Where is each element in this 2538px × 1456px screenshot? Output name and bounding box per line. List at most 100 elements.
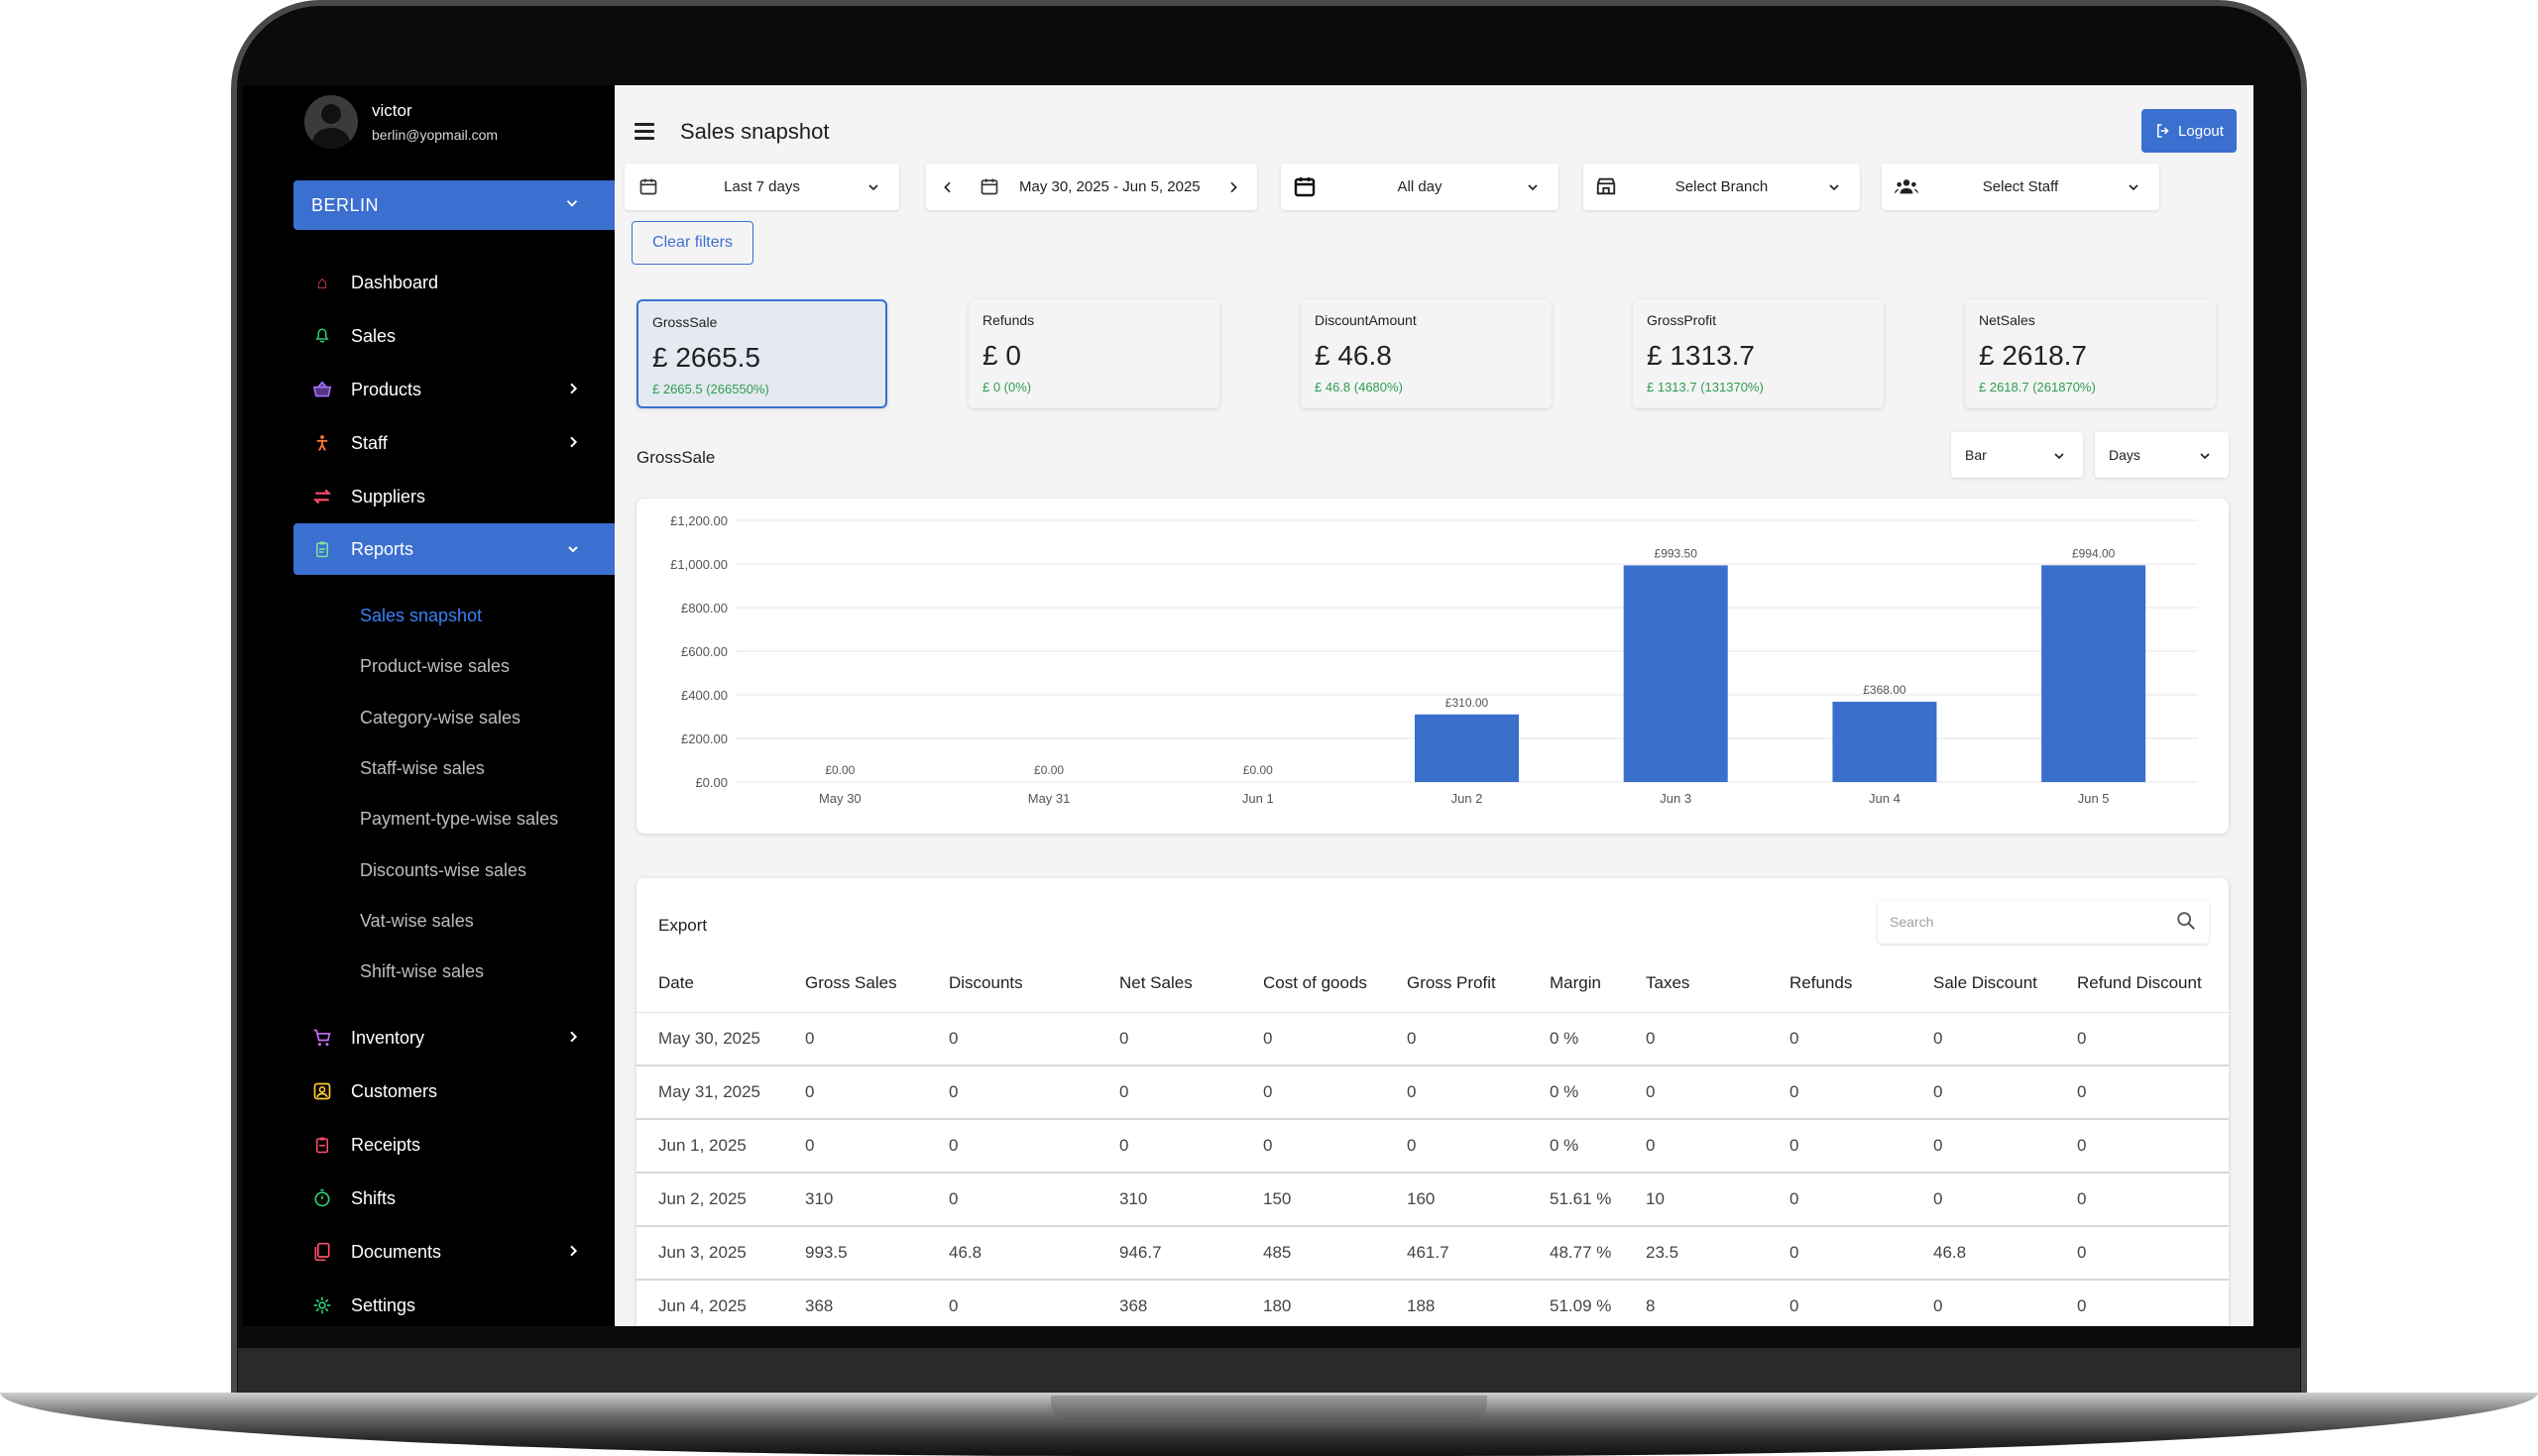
table-row[interactable]: May 30, 2025 0 0 0 0 0 0 % 0 0 0 0 xyxy=(636,1012,2229,1066)
user-profile[interactable]: victor berlin@yopmail.com xyxy=(304,95,498,149)
column-header[interactable]: Discounts xyxy=(927,955,1097,1013)
search-input[interactable] xyxy=(1878,900,2165,944)
submenu-item-vat-wise-sales[interactable]: Vat-wise sales xyxy=(293,896,615,947)
chevron-right-icon[interactable] xyxy=(1225,179,1241,195)
table-cell: 0 xyxy=(2055,1173,2229,1227)
kpi-change: £ 0 (0%) xyxy=(982,380,1032,394)
clipboard-icon xyxy=(311,538,333,560)
sidebar-item-label: Settings xyxy=(351,1294,416,1315)
sidebar-item-sales[interactable]: Sales xyxy=(293,309,615,363)
submenu-item-shift-wise-sales[interactable]: Shift-wise sales xyxy=(293,947,615,997)
table-row[interactable]: Jun 1, 2025 0 0 0 0 0 0 % 0 0 0 0 xyxy=(636,1119,2229,1174)
sidebar: victor berlin@yopmail.com BERLIN ⌂ Dashb… xyxy=(243,85,615,1326)
table-cell: 0 xyxy=(927,1012,1097,1066)
sidebar-item-label: Receipts xyxy=(351,1134,421,1155)
submenu-item-payment-type-wise-sales[interactable]: Payment-type-wise sales xyxy=(293,794,615,844)
sidebar-item-customers[interactable]: Customers xyxy=(293,1064,615,1118)
table-row[interactable]: May 31, 2025 0 0 0 0 0 0 % 0 0 0 0 xyxy=(636,1065,2229,1120)
table-cell: 0 xyxy=(1911,1119,2055,1174)
kpi-value: £ 46.8 xyxy=(1315,340,1392,371)
column-header[interactable]: Net Sales xyxy=(1097,955,1241,1013)
bar xyxy=(1415,714,1519,782)
column-header[interactable]: Gross Sales xyxy=(783,955,927,1013)
table-cell: 0 % xyxy=(1528,1119,1624,1174)
table-body: May 30, 2025 0 0 0 0 0 0 % 0 0 0 0 May 31, 2025 0 0 0 0… xyxy=(636,1012,2229,1326)
table-cell: 0 xyxy=(783,1012,927,1066)
kpi-card-gross-profit[interactable]: GrossProfit £ 1313.7 £ 1313.7 (131370%) xyxy=(1633,299,1884,408)
staff-select[interactable]: Select Staff xyxy=(1882,164,2159,210)
sidebar-item-dashboard[interactable]: ⌂ Dashboard xyxy=(293,256,615,309)
kpi-card-discount-amount[interactable]: DiscountAmount £ 46.8 £ 46.8 (4680%) xyxy=(1301,299,1552,408)
contact-icon xyxy=(311,1080,333,1102)
sidebar-item-suppliers[interactable]: Suppliers xyxy=(293,470,615,523)
table-cell: 180 xyxy=(1241,1280,1385,1326)
table-row[interactable]: Jun 4, 2025 368 0 368 180 188 51.09 % 8 0 0 0 xyxy=(636,1280,2229,1326)
y-tick-label: £1,200.00 xyxy=(670,513,728,528)
sidebar-item-inventory[interactable]: Inventory xyxy=(293,1011,615,1064)
kpi-card-refunds[interactable]: Refunds £ 0 £ 0 (0%) xyxy=(969,299,1219,408)
chevron-down-icon xyxy=(2054,453,2064,460)
sidebar-item-documents[interactable]: Documents xyxy=(293,1225,615,1279)
sidebar-item-products[interactable]: Products xyxy=(293,363,615,416)
menu-icon[interactable] xyxy=(634,123,654,144)
branch-selector[interactable]: BERLIN xyxy=(293,180,615,230)
table-cell: 0 xyxy=(783,1065,927,1120)
logout-button[interactable]: Logout xyxy=(2141,109,2237,153)
table-cell: 0 xyxy=(1624,1012,1768,1066)
submenu-item-category-wise-sales[interactable]: Category-wise sales xyxy=(293,693,615,743)
column-header[interactable]: Margin xyxy=(1528,955,1624,1013)
person-icon xyxy=(311,432,333,454)
column-header[interactable]: Gross Profit xyxy=(1385,955,1528,1013)
screen: victor berlin@yopmail.com BERLIN ⌂ Dashb… xyxy=(243,85,2253,1326)
timer-icon xyxy=(311,1187,333,1209)
table-cell: 0 xyxy=(1768,1226,1911,1281)
chart-type-select[interactable]: Bar xyxy=(1951,432,2083,478)
column-header[interactable]: Cost of goods xyxy=(1241,955,1385,1013)
clear-filters-button[interactable]: Clear filters xyxy=(632,221,753,265)
period-select[interactable]: Last 7 days xyxy=(625,164,899,210)
table-cell: 0 xyxy=(927,1173,1097,1227)
sidebar-item-reports[interactable]: Reports xyxy=(293,523,615,575)
y-tick-label: £200.00 xyxy=(681,731,728,746)
table-cell: 0 xyxy=(1768,1065,1911,1120)
column-header[interactable]: Sale Discount xyxy=(1911,955,2055,1013)
table-row[interactable]: Jun 2, 2025 310 0 310 150 160 51.61 % 10 0 0 0 xyxy=(636,1173,2229,1227)
submenu-item-staff-wise-sales[interactable]: Staff-wise sales xyxy=(293,743,615,794)
chevron-down-icon xyxy=(868,184,878,191)
date-range-picker[interactable]: May 30, 2025 - Jun 5, 2025 xyxy=(926,164,1257,210)
table-cell: May 30, 2025 xyxy=(636,1012,783,1066)
sidebar-item-staff[interactable]: Staff xyxy=(293,416,615,470)
submenu-item-discounts-wise-sales[interactable]: Discounts-wise sales xyxy=(293,844,615,895)
table-cell: 0 xyxy=(1911,1280,2055,1326)
sidebar-item-shifts[interactable]: Shifts xyxy=(293,1172,615,1225)
table-cell: 10 xyxy=(1624,1173,1768,1227)
sidebar-item-settings[interactable]: Settings xyxy=(293,1279,615,1326)
table-cell: 0 xyxy=(1624,1119,1768,1174)
chevron-left-icon[interactable] xyxy=(940,179,956,195)
table-cell: 0 xyxy=(927,1280,1097,1326)
time-select[interactable]: All day xyxy=(1281,164,1558,210)
sidebar-item-receipts[interactable]: Receipts xyxy=(293,1118,615,1172)
data-label: £368.00 xyxy=(1863,683,1906,697)
kpi-card-net-sales[interactable]: NetSales £ 2618.7 £ 2618.7 (261870%) xyxy=(1965,299,2216,408)
sidebar-item-label: Suppliers xyxy=(351,486,426,506)
chart-period-select[interactable]: Days xyxy=(2095,432,2229,478)
kpi-card-gross-sale[interactable]: GrossSale £ 2665.5 £ 2665.5 (266550%) xyxy=(636,299,887,408)
column-header[interactable]: Refunds xyxy=(1768,955,1911,1013)
submenu-item-product-wise-sales[interactable]: Product-wise sales xyxy=(293,641,615,692)
table-cell: 310 xyxy=(1097,1173,1241,1227)
table-row[interactable]: Jun 3, 2025 993.5 46.8 946.7 485 461.7 48.77 %… xyxy=(636,1226,2229,1281)
column-header[interactable]: Date xyxy=(636,955,783,1013)
export-button[interactable]: Export xyxy=(658,916,707,936)
column-header[interactable]: Taxes xyxy=(1624,955,1768,1013)
receipt-icon xyxy=(311,1134,333,1156)
search-icon[interactable] xyxy=(2175,910,2197,932)
branch-select[interactable]: Select Branch xyxy=(1583,164,1860,210)
table-cell: 368 xyxy=(1097,1280,1241,1326)
logout-label: Logout xyxy=(2178,122,2224,140)
submenu-item-sales-snapshot[interactable]: Sales snapshot xyxy=(293,591,615,641)
kpi-title: DiscountAmount xyxy=(1315,312,1417,328)
column-header[interactable]: Refund Discount xyxy=(2055,955,2229,1013)
date-range-value: May 30, 2025 - Jun 5, 2025 xyxy=(1019,178,1201,195)
table-cell: 0 xyxy=(2055,1280,2229,1326)
